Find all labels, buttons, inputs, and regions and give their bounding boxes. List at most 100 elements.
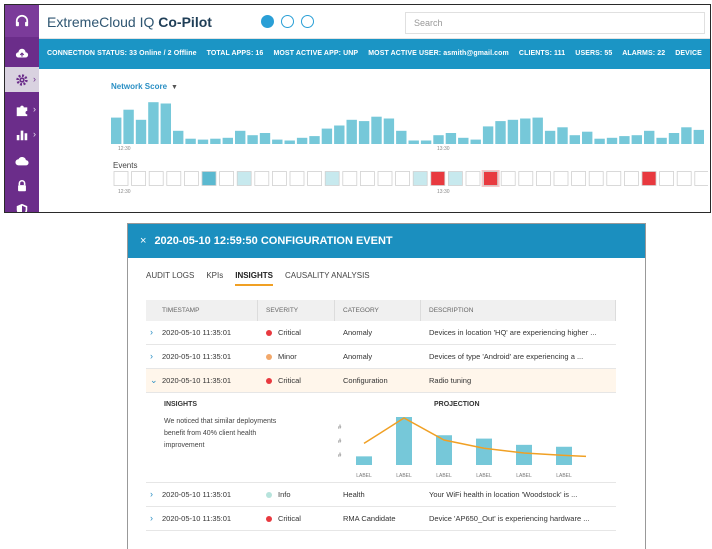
- col-severity[interactable]: SEVERITY: [258, 300, 335, 321]
- network-score-bar[interactable]: [693, 129, 704, 144]
- network-score-bar[interactable]: [594, 138, 605, 144]
- event-cell[interactable]: [641, 171, 657, 186]
- network-score-bar[interactable]: [358, 121, 370, 144]
- network-score-bar[interactable]: [210, 138, 221, 144]
- network-score-bar[interactable]: [458, 137, 469, 144]
- tab-causality-analysis[interactable]: CAUSALITY ANALYSIS: [285, 271, 370, 286]
- event-cell[interactable]: [518, 171, 534, 186]
- search-input[interactable]: Search: [405, 12, 705, 34]
- tab-insights[interactable]: INSIGHTS: [235, 271, 273, 286]
- event-cell[interactable]: [359, 171, 375, 186]
- event-cell[interactable]: [271, 171, 287, 186]
- network-score-bar[interactable]: [371, 116, 382, 144]
- network-score-bar[interactable]: [272, 139, 283, 144]
- network-score-bar[interactable]: [284, 140, 295, 145]
- event-cell[interactable]: [676, 171, 692, 186]
- event-cell[interactable]: [219, 171, 234, 186]
- event-cell[interactable]: [694, 171, 708, 186]
- event-cell[interactable]: [535, 171, 551, 186]
- event-cell[interactable]: [606, 171, 622, 186]
- col-category[interactable]: CATEGORY: [335, 300, 421, 321]
- network-score-bar[interactable]: [135, 119, 147, 144]
- network-score-bar[interactable]: [247, 135, 258, 144]
- network-score-bar[interactable]: [681, 127, 692, 144]
- event-cell[interactable]: [166, 171, 182, 186]
- network-score-bar[interactable]: [235, 130, 246, 144]
- network-score-bar[interactable]: [544, 130, 556, 144]
- event-cell[interactable]: [377, 171, 393, 186]
- cloud-icon[interactable]: [5, 148, 39, 173]
- event-cell[interactable]: [324, 171, 340, 186]
- table-row[interactable]: › 2020-05-10 11:35:01 Info Health Your Wi…: [146, 483, 616, 507]
- event-cell[interactable]: [236, 171, 252, 186]
- network-score-bar[interactable]: [197, 139, 209, 144]
- network-score-bar[interactable]: [668, 133, 680, 144]
- event-cell[interactable]: [412, 171, 428, 186]
- event-cell[interactable]: [201, 171, 217, 186]
- col-timestamp[interactable]: TIMESTAMP: [146, 300, 258, 321]
- network-score-bar[interactable]: [309, 136, 320, 144]
- network-score-bar[interactable]: [532, 117, 543, 144]
- table-row-expanded[interactable]: ⌄ 2020-05-10 11:35:01 Critical Configurat…: [146, 369, 616, 393]
- network-score-bar[interactable]: [408, 140, 419, 145]
- headset-icon[interactable]: [5, 5, 39, 37]
- puzzle-icon[interactable]: ›: [5, 97, 39, 122]
- network-score-bar[interactable]: [173, 130, 184, 144]
- chevron-down-icon[interactable]: ⌄: [150, 376, 158, 385]
- chevron-right-icon[interactable]: ›: [150, 514, 153, 523]
- event-cell[interactable]: [588, 171, 604, 186]
- network-score-bar[interactable]: [420, 140, 432, 145]
- close-icon[interactable]: ×: [140, 235, 146, 247]
- network-score-selector[interactable]: Network Score ▼: [111, 82, 178, 91]
- chevron-right-icon[interactable]: ›: [150, 352, 153, 361]
- network-score-bar[interactable]: [296, 137, 308, 144]
- event-cell[interactable]: [184, 171, 199, 186]
- network-score-bar[interactable]: [606, 137, 618, 144]
- network-score-bar[interactable]: [495, 121, 506, 144]
- event-cell[interactable]: [500, 171, 516, 186]
- lock-icon[interactable]: [5, 173, 39, 198]
- network-score-bar[interactable]: [557, 127, 568, 144]
- bar-chart-icon[interactable]: ›: [5, 122, 39, 147]
- network-score-bar[interactable]: [644, 130, 655, 144]
- network-score-bar[interactable]: [321, 128, 333, 144]
- event-cell[interactable]: [430, 171, 446, 186]
- event-cell[interactable]: [148, 171, 164, 186]
- event-cell[interactable]: [553, 171, 569, 186]
- event-cell[interactable]: [289, 171, 305, 186]
- event-cell[interactable]: [659, 171, 674, 186]
- chevron-right-icon[interactable]: ›: [150, 328, 153, 337]
- network-score-bar[interactable]: [520, 118, 531, 145]
- network-score-bar[interactable]: [569, 135, 580, 144]
- network-score-bar[interactable]: [346, 119, 357, 144]
- network-score-bar[interactable]: [619, 136, 630, 144]
- network-score-bar[interactable]: [111, 117, 122, 144]
- network-score-bar[interactable]: [470, 139, 481, 144]
- page-dot-3[interactable]: [301, 15, 314, 28]
- network-score-bar[interactable]: [383, 118, 395, 145]
- tab-audit-logs[interactable]: AUDIT LOGS: [146, 271, 194, 286]
- shield-icon[interactable]: [5, 197, 39, 212]
- event-cell[interactable]: [342, 171, 358, 186]
- network-score-bar[interactable]: [185, 138, 196, 144]
- event-cell[interactable]: [113, 171, 129, 186]
- event-cell[interactable]: [254, 171, 270, 186]
- event-cell[interactable]: [623, 171, 639, 186]
- event-cell[interactable]: [465, 171, 481, 186]
- tab-kpis[interactable]: KPIs: [206, 271, 223, 286]
- network-score-bar[interactable]: [259, 133, 271, 144]
- network-score-bar[interactable]: [334, 125, 345, 145]
- cloud-upload-icon[interactable]: [5, 41, 39, 66]
- chevron-right-icon[interactable]: ›: [150, 490, 153, 499]
- network-score-bar[interactable]: [396, 130, 407, 144]
- network-score-bar[interactable]: [656, 137, 667, 144]
- network-score-bar[interactable]: [222, 137, 233, 144]
- page-dot-2[interactable]: [281, 15, 294, 28]
- network-score-bar[interactable]: [582, 131, 593, 144]
- network-score-bar[interactable]: [631, 135, 642, 144]
- network-score-bar[interactable]: [482, 126, 494, 144]
- event-cell[interactable]: [447, 171, 463, 186]
- network-score-bar[interactable]: [160, 103, 171, 145]
- col-description[interactable]: DESCRIPTION: [421, 300, 616, 321]
- network-score-bar[interactable]: [148, 102, 159, 144]
